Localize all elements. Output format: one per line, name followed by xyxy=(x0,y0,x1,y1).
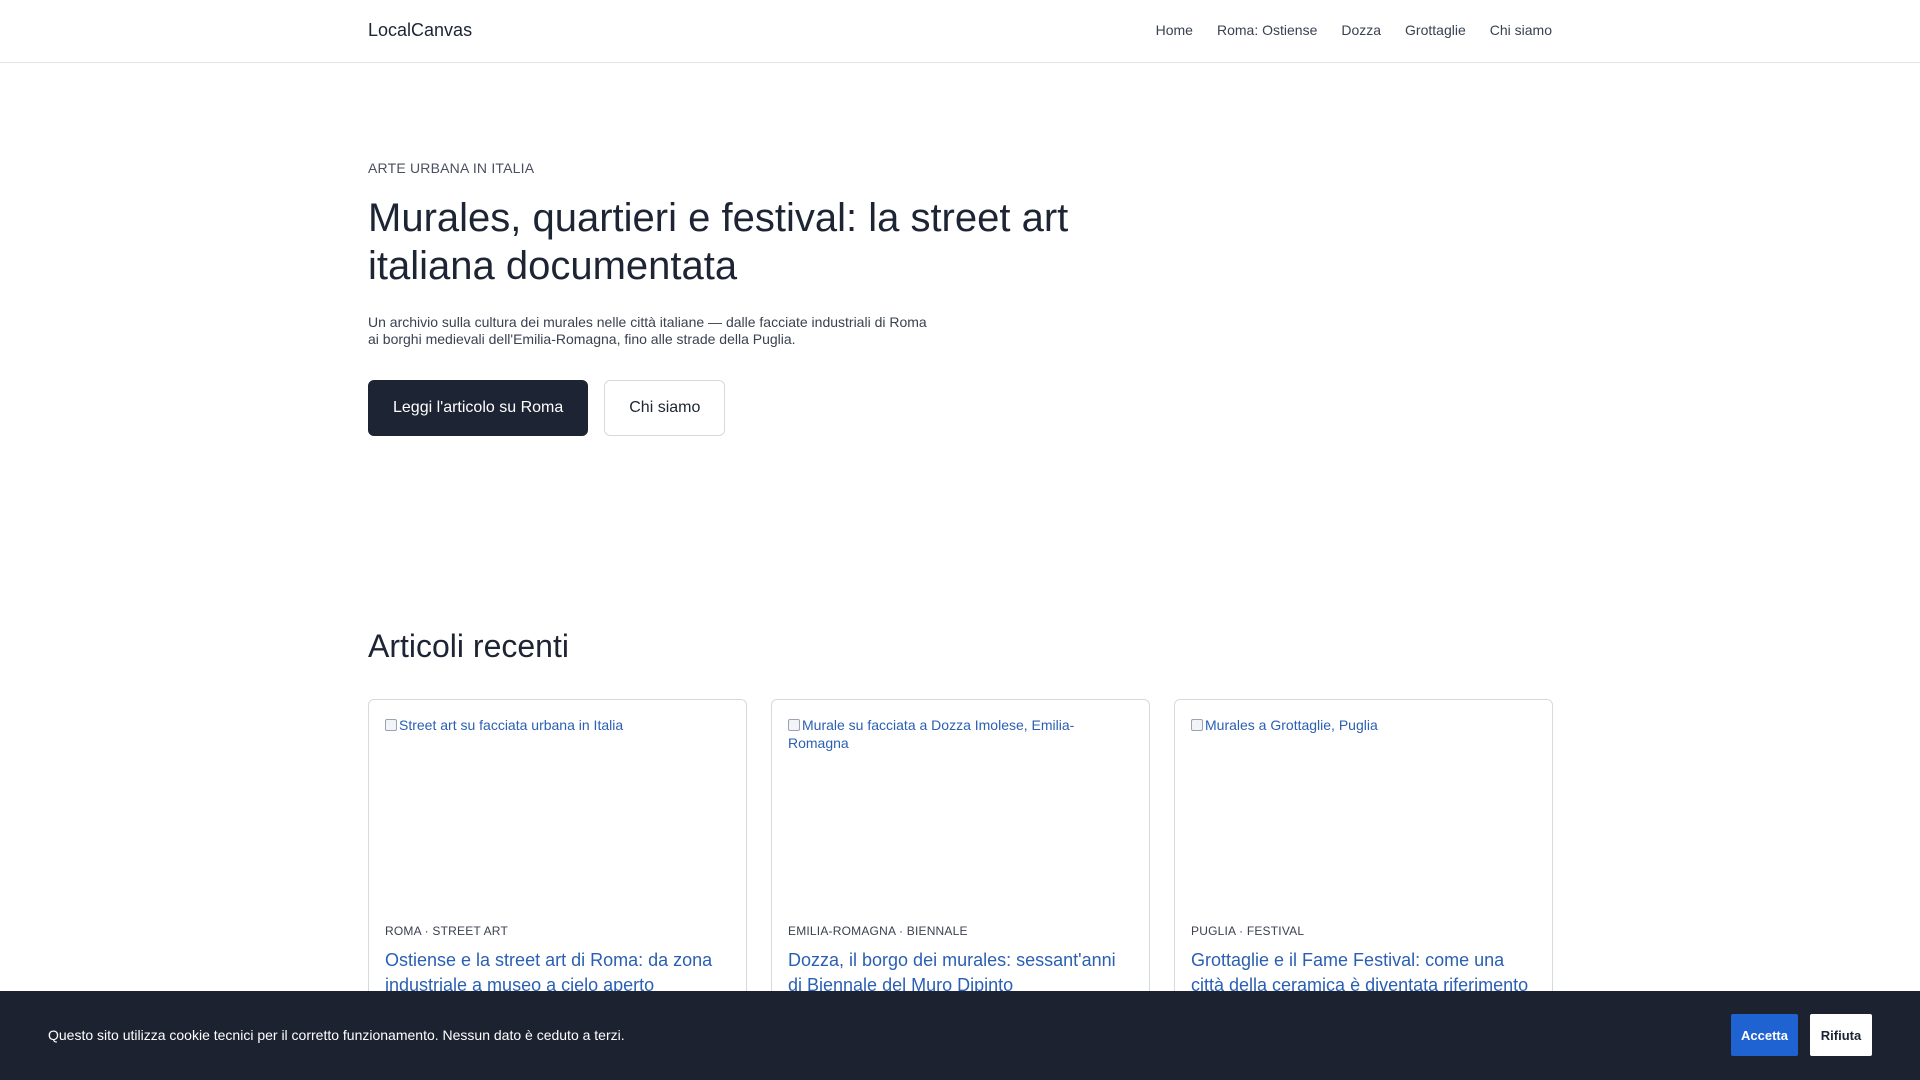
article-meta: PUGLIA · FESTIVAL xyxy=(1191,924,1305,938)
article-meta: ROMA · STREET ART xyxy=(385,924,508,938)
article-card[interactable]: Murales a Grottaglie, Puglia PUGLIA · FE… xyxy=(1174,699,1553,1019)
hero-title: Murales, quartieri e festival: la street… xyxy=(368,196,1069,288)
article-image[interactable]: Murales a Grottaglie, Puglia xyxy=(1191,716,1536,916)
cookie-accept-button[interactable]: Accetta xyxy=(1731,1014,1798,1056)
nav-roma-ostiense[interactable]: Roma: Ostiense xyxy=(1217,22,1317,38)
site-logo[interactable]: LocalCanvas xyxy=(368,20,472,41)
about-button[interactable]: Chi siamo xyxy=(604,380,726,436)
article-image[interactable]: Street art su facciata urbana in Italia xyxy=(385,716,730,916)
nav-grottaglie[interactable]: Grottaglie xyxy=(1405,22,1466,38)
nav-chi-siamo[interactable]: Chi siamo xyxy=(1490,22,1552,38)
nav-dozza[interactable]: Dozza xyxy=(1341,22,1381,38)
recent-articles-heading: Articoli recenti xyxy=(368,628,569,664)
article-card[interactable]: Street art su facciata urbana in Italia … xyxy=(368,699,747,1019)
read-roma-article-button[interactable]: Leggi l'articolo su Roma xyxy=(368,380,589,436)
cookie-reject-button[interactable]: Rifiuta xyxy=(1810,1014,1872,1056)
site-header: LocalCanvas Home Roma: Ostiense Dozza Gr… xyxy=(0,0,1920,63)
nav-home[interactable]: Home xyxy=(1156,22,1193,38)
article-image-alt: Murale su facciata a Dozza Imolese, Emil… xyxy=(788,717,1075,751)
broken-image-icon xyxy=(1191,719,1203,731)
article-image[interactable]: Murale su facciata a Dozza Imolese, Emil… xyxy=(788,716,1133,916)
article-card[interactable]: Murale su facciata a Dozza Imolese, Emil… xyxy=(771,699,1150,1019)
broken-image-icon xyxy=(788,719,800,731)
hero-lead: Un archivio sulla cultura dei murales ne… xyxy=(368,314,927,347)
cookie-message: Questo sito utilizza cookie tecnici per … xyxy=(48,1027,625,1043)
main-nav: Home Roma: Ostiense Dozza Grottaglie Chi… xyxy=(1156,22,1552,38)
hero-eyebrow: ARTE URBANA IN ITALIA xyxy=(368,160,535,176)
hero-actions: Leggi l'articolo su Roma Chi siamo xyxy=(368,380,1128,436)
broken-image-icon xyxy=(385,719,397,731)
cookie-banner: Questo sito utilizza cookie tecnici per … xyxy=(0,991,1920,1080)
hero-section: ARTE URBANA IN ITALIA Murales, quartieri… xyxy=(368,160,1128,436)
article-image-alt: Street art su facciata urbana in Italia xyxy=(399,717,624,733)
article-meta: EMILIA-ROMAGNA · BIENNALE xyxy=(788,924,968,938)
article-image-alt: Murales a Grottaglie, Puglia xyxy=(1205,717,1378,733)
article-card-list: Street art su facciata urbana in Italia … xyxy=(368,699,1553,1019)
